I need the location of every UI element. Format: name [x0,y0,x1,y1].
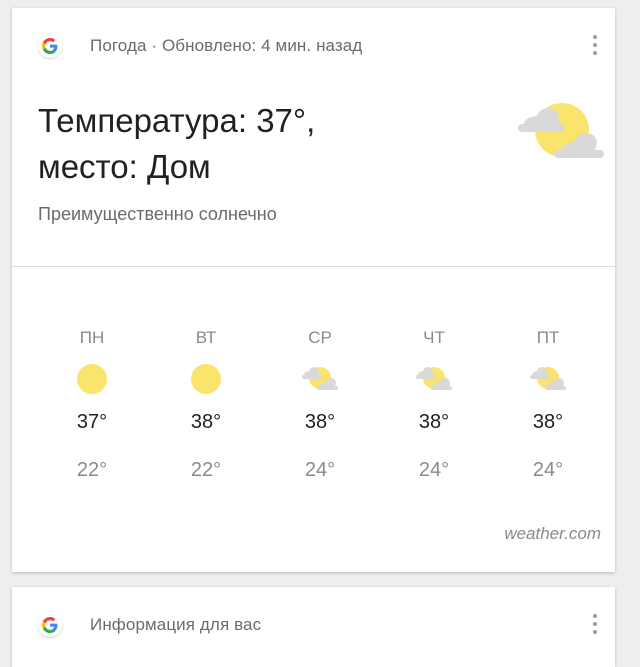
partly-sunny-icon [377,358,491,400]
source-link[interactable]: weather.com [504,524,601,544]
forecast-day: ПТ 38° 24° [491,324,605,484]
partly-sunny-icon [516,102,606,166]
forecast-day-name: ВТ [195,328,217,347]
sun-icon [35,358,149,400]
forecast-low-temp: 24° [304,459,336,481]
weather-card-header: Погода · Обновлено: 4 мин. назад [12,8,615,68]
weather-condition: Преимущественно солнечно [38,204,277,224]
weather-title-line1: Температура: 37°, [38,102,316,139]
more-options-icon[interactable] [589,35,601,55]
forecast-low-temp: 24° [532,459,564,481]
weather-title-line2: место: Дом [38,148,211,185]
forecast-day-name: ЧТ [423,328,445,347]
info-card-header-text: Информация для вас [90,615,262,634]
forecast-day: ВТ 38° 22° [149,324,263,484]
forecast-high-temp: 38° [532,411,564,433]
forecast-low-temp: 22° [76,459,108,481]
google-logo-icon [38,34,62,58]
forecast-day: СР 38° 24° [263,324,377,484]
more-options-icon[interactable] [589,614,601,634]
card-divider [12,266,615,267]
partly-sunny-icon [263,358,377,400]
forecast-high-temp: 38° [304,411,336,433]
forecast-high-temp: 37° [76,411,108,433]
weather-title: Температура: 37°, место: Дом [38,98,508,190]
google-logo-icon [38,613,62,637]
info-card-header: Информация для вас [12,587,615,647]
forecast-day-name: ПТ [536,328,560,347]
forecast-day: ЧТ 38° 24° [377,324,491,484]
weather-card[interactable]: Погода · Обновлено: 4 мин. назад Темпера… [12,8,615,572]
forecast-day-name: ПН [79,328,105,347]
forecast-day: ПН 37° 22° [35,324,149,484]
sun-icon [149,358,263,400]
weather-card-header-text: Погода · Обновлено: 4 мин. назад [90,36,363,55]
forecast-row: ПН 37° 22° ВТ 38° 22° СР 38° 24° ЧТ 38° … [35,324,605,484]
forecast-high-temp: 38° [190,411,222,433]
partly-sunny-icon [491,358,605,400]
forecast-low-temp: 22° [190,459,222,481]
forecast-day-name: СР [308,328,332,347]
info-card[interactable]: Информация для вас [12,587,615,667]
forecast-high-temp: 38° [418,411,450,433]
forecast-low-temp: 24° [418,459,450,481]
